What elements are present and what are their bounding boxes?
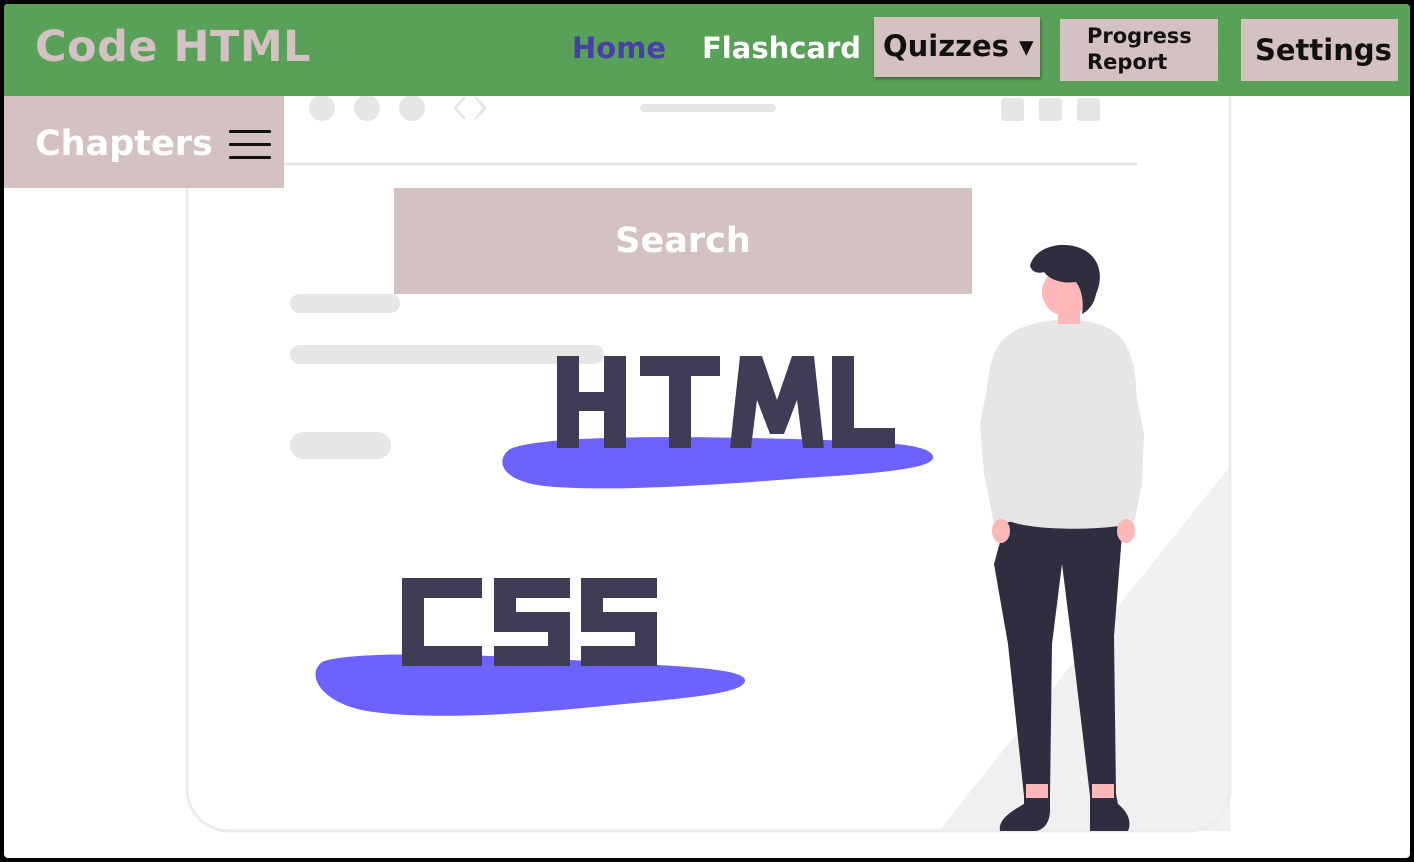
address-bar — [640, 104, 776, 112]
chapters-label: Chapters — [35, 124, 213, 164]
browser-dots-icon — [309, 95, 425, 121]
settings-button[interactable]: Settings — [1241, 19, 1398, 81]
page-frame: Code HTML Home Flashcard Quizzes ▾ Progr… — [4, 4, 1410, 858]
nav-flashcard-link[interactable]: Flashcard — [702, 30, 861, 66]
progress-report-label-line1: Progress — [1087, 24, 1192, 48]
hamburger-menu-icon — [229, 130, 271, 160]
chapters-menu-toggle[interactable]: Chapters — [4, 96, 284, 188]
code-brackets-icon — [453, 96, 487, 120]
search-input[interactable] — [394, 188, 972, 294]
placeholder-lines — [290, 294, 604, 459]
progress-report-label-line2: Report — [1087, 50, 1168, 74]
html-logo-text — [557, 356, 895, 448]
top-navigation-bar: Code HTML Home Flashcard Quizzes ▾ Progr… — [4, 4, 1410, 96]
nav-home-link[interactable]: Home — [572, 30, 666, 66]
window-controls-icon — [1001, 98, 1100, 121]
progress-report-button[interactable]: Progress Report — [1060, 19, 1218, 81]
site-brand[interactable]: Code HTML — [35, 20, 311, 74]
quizzes-dropdown-button[interactable]: Quizzes ▾ — [874, 17, 1040, 77]
css-logo-text — [402, 578, 657, 666]
